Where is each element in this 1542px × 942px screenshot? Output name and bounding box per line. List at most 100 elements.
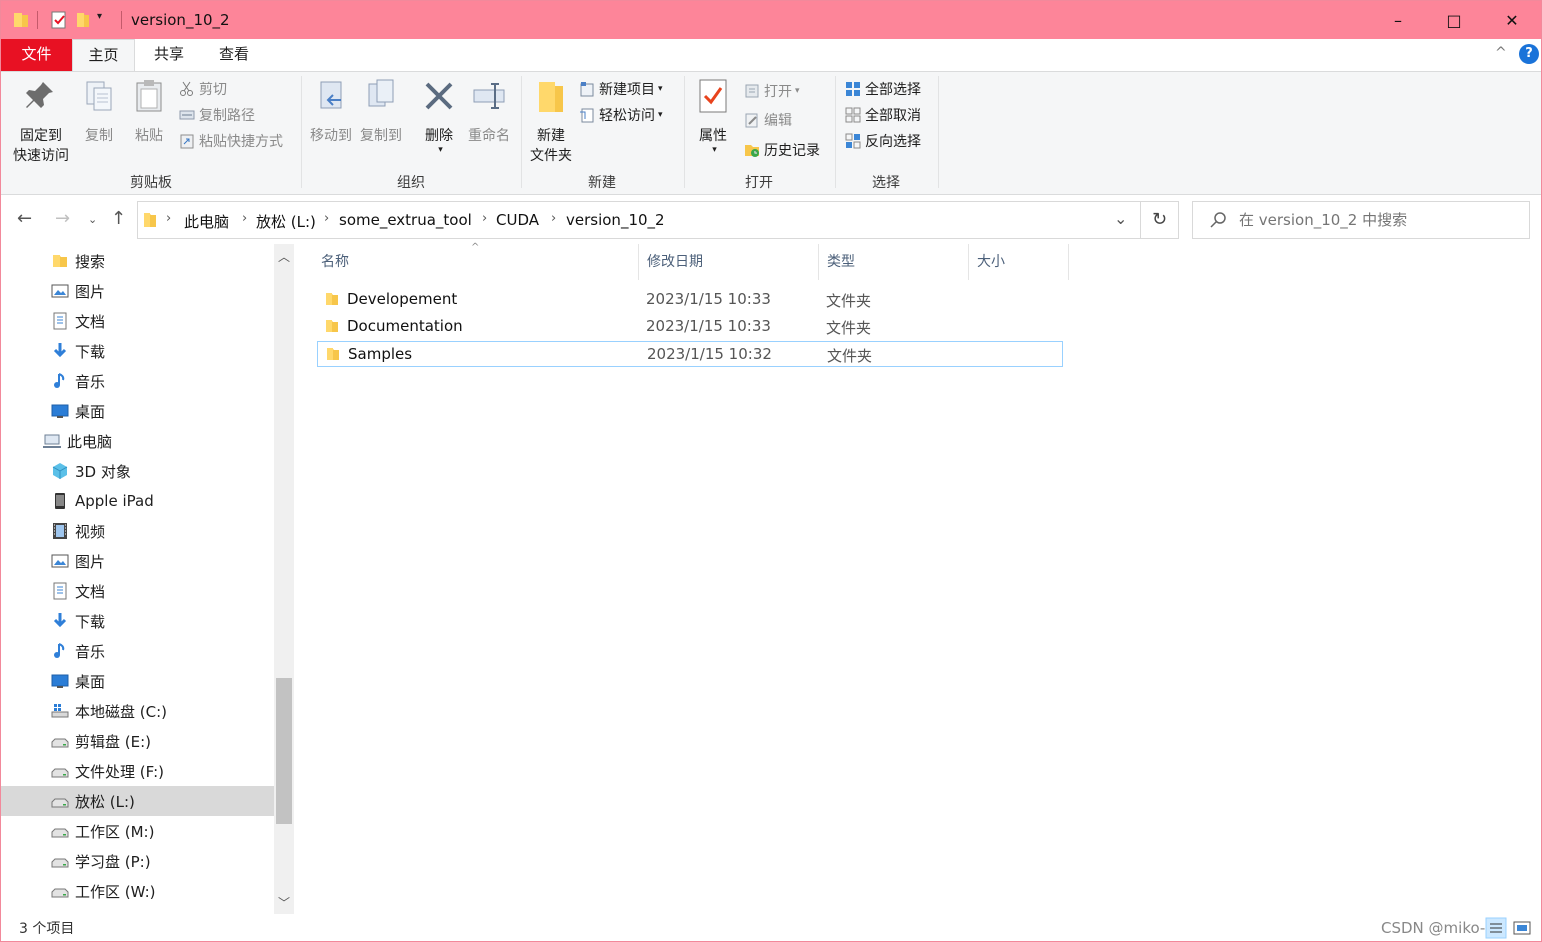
easy-access-button[interactable]: 轻松访问 ▾ [579,104,663,126]
scroll-up-icon[interactable]: ︿ [274,248,294,265]
paste-button[interactable]: 粘贴 [129,78,169,146]
folder-icon [144,213,156,227]
chevron-right-icon[interactable]: › [324,211,329,226]
documents-icon [51,582,69,600]
chevron-right-icon[interactable]: › [166,211,171,226]
nav-item[interactable]: 下载 [1,606,274,636]
rename-button[interactable]: 重命名 [465,78,513,146]
recent-locations-icon[interactable]: ⌄ [88,213,97,226]
table-row[interactable]: Samples 2023/1/15 10:32 文件夹 [317,341,1063,367]
large-icons-view-icon[interactable] [1511,917,1533,939]
window-title: version_10_2 [131,11,230,29]
properties-icon[interactable] [49,10,69,30]
open-button[interactable]: 打开 ▾ [744,80,800,102]
forward-arrow-icon[interactable]: → [55,208,70,229]
scrollbar-thumb[interactable] [276,678,292,824]
address-bar[interactable]: › 此电脑 › 放松 (L:) › some_extrua_tool › CUD… [137,201,1141,239]
nav-item[interactable]: 图片 [1,546,274,576]
select-all-button[interactable]: 全部选择 [845,78,921,100]
copy-path-button[interactable]: 复制路径 [179,104,255,126]
nav-item[interactable]: 音乐 [1,636,274,666]
breadcrumb-drive-l[interactable]: 放松 (L:) [256,211,316,232]
nav-item[interactable]: 文档 [1,306,274,336]
nav-item[interactable]: 视频 [1,516,274,546]
tab-view[interactable]: 查看 [206,39,262,71]
nav-item-label: 工作区 (M:) [75,822,155,841]
nav-item-label: 文档 [75,582,106,601]
new-folder-button[interactable]: 新建 文件夹 [527,78,575,166]
column-header-size[interactable]: 大小 [969,244,1069,280]
nav-item[interactable]: 桌面 [1,666,274,696]
paste-shortcut-label: 粘贴快捷方式 [199,134,283,150]
chevron-down-icon[interactable]: ⌄ [1114,209,1127,228]
chevron-right-icon[interactable]: › [482,211,487,226]
column-header-type[interactable]: 类型 [819,244,969,280]
scroll-down-icon[interactable]: ﹀ [274,894,294,911]
history-button[interactable]: 历史记录 [744,139,820,161]
nav-item[interactable]: 工作区 (M:) [1,816,274,846]
maximize-button[interactable]: □ [1426,1,1482,39]
new-item-button[interactable]: 新建项目 ▾ [579,78,663,100]
nav-item[interactable]: Apple iPad [1,486,274,516]
select-none-button[interactable]: 全部取消 [845,104,921,126]
breadcrumb-version-10-2[interactable]: version_10_2 [566,211,665,229]
nav-item[interactable]: 本地磁盘 (C:) [1,696,274,726]
copy-button[interactable]: 复制 [79,78,119,146]
invert-selection-button[interactable]: 反向选择 [845,130,921,152]
tab-share[interactable]: 共享 [141,39,197,71]
nav-item[interactable]: 图片 [1,276,274,306]
nav-item[interactable]: 搜索 [1,246,274,276]
nav-item[interactable]: 文档 [1,576,274,606]
download-icon [51,342,69,360]
nav-item[interactable]: 桌面 [1,396,274,426]
refresh-icon[interactable]: ↻ [1141,201,1179,239]
breadcrumb-this-pc[interactable]: 此电脑 [184,211,229,232]
close-button[interactable]: ✕ [1484,1,1540,39]
move-to-button[interactable]: 移动到 [307,78,355,146]
up-arrow-icon[interactable]: ↑ [111,208,126,229]
this-pc-icon [43,432,61,450]
folder-icon [51,252,69,270]
paste-shortcut-button[interactable]: 粘贴快捷方式 [179,130,283,152]
nav-item[interactable]: 放松 (L:) [1,786,274,816]
nav-item[interactable]: 音乐 [1,366,274,396]
customize-toolbar-icon[interactable]: ▾ [97,11,117,31]
collapse-ribbon-icon[interactable]: ^ [1495,45,1507,61]
details-view-icon[interactable] [1485,917,1507,939]
delete-button[interactable]: 删除 ▾ [419,78,459,160]
rename-label: 重命名 [468,128,510,144]
copy-to-button[interactable]: 复制到 [357,78,405,146]
tab-file[interactable]: 文件 [1,39,72,71]
navigation-pane: 搜索 图片 文档 下载 音乐 桌面 此电脑 3D 对象 Apple iPad 视频 图片 文档 下载 音乐… [1,244,297,914]
nav-item[interactable]: 文件处理 (F:) [1,756,274,786]
nav-scrollbar[interactable]: ︿ ﹀ [274,244,294,914]
chevron-right-icon[interactable]: › [551,211,556,226]
new-folder-icon[interactable] [73,10,93,30]
tab-home[interactable]: 主页 [72,39,135,72]
nav-item[interactable]: 此电脑 [1,426,274,456]
search-input[interactable] [1239,210,1519,230]
column-header-date[interactable]: 修改日期 [639,244,819,280]
breadcrumb-some-extrua-tool[interactable]: some_extrua_tool [339,211,472,229]
nav-item-label: 搜索 [75,252,106,271]
cut-button[interactable]: 剪切 [179,78,227,100]
back-arrow-icon[interactable]: ← [17,208,32,229]
nav-item[interactable]: 学习盘 (P:) [1,846,274,876]
chevron-right-icon[interactable]: › [242,211,247,226]
pin-quick-access-button[interactable]: 固定到 快速访问 [9,78,73,166]
table-row[interactable]: Documentation 2023/1/15 10:33 文件夹 [317,314,1063,340]
edit-button[interactable]: 编辑 [744,109,792,131]
table-row[interactable]: Developement 2023/1/15 10:33 文件夹 [317,287,1063,313]
help-icon[interactable]: ? [1519,44,1539,64]
nav-item[interactable]: 剪辑盘 (E:) [1,726,274,756]
nav-item[interactable]: 下载 [1,336,274,366]
nav-item-label: 文件处理 (F:) [75,762,164,781]
properties-button[interactable]: 属性 ▾ [693,78,733,160]
nav-item[interactable]: 3D 对象 [1,456,274,486]
breadcrumb-cuda[interactable]: CUDA [496,211,539,229]
nav-item-label: 下载 [75,342,106,361]
minimize-button[interactable]: – [1370,1,1426,39]
column-header-name[interactable]: 名称 [313,244,639,280]
nav-item[interactable]: 工作区 (W:) [1,876,274,906]
search-box[interactable] [1192,201,1530,239]
